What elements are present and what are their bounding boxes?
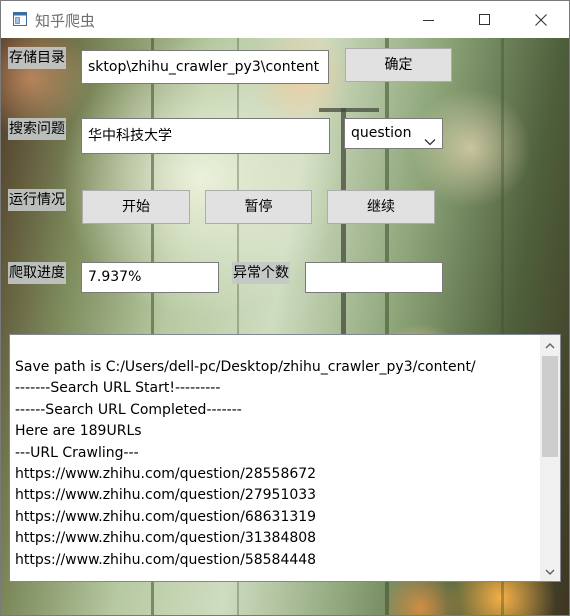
crawl-progress-label: 爬取进度 (8, 262, 66, 284)
background-decoration (319, 108, 379, 112)
window-title: 知乎爬虫 (35, 12, 96, 30)
log-line: https://www.zhihu.com/question/58584448 (15, 551, 317, 568)
scroll-up-arrow-icon (545, 337, 555, 353)
pause-button[interactable]: 暂停 (205, 190, 312, 224)
title-bar[interactable]: 知乎爬虫 (1, 1, 569, 38)
log-line: ---URL Crawling--- (15, 444, 139, 461)
chevron-down-icon (424, 128, 436, 157)
scroll-thumb[interactable] (542, 356, 558, 457)
progress-field[interactable]: 7.937% (81, 262, 219, 293)
log-line: https://www.zhihu.com/question/68631319 (15, 508, 317, 525)
log-line: https://www.zhihu.com/question/27951033 (15, 487, 317, 504)
log-line: https://www.zhihu.com/question/28558672 (15, 466, 317, 483)
close-button[interactable] (513, 1, 569, 38)
search-type-dropdown[interactable]: question (344, 118, 443, 149)
app-window-icon (13, 12, 27, 26)
error-count-field[interactable] (305, 262, 443, 293)
start-button[interactable]: 开始 (82, 190, 190, 224)
storage-path-input[interactable]: sktop\zhihu_crawler_py3\content (81, 50, 329, 84)
scroll-down-arrow-icon (545, 563, 555, 579)
log-scrollbar[interactable] (540, 335, 560, 581)
close-icon (535, 13, 547, 26)
log-line: Here are 189URLs (15, 423, 142, 440)
confirm-button[interactable]: 确定 (345, 48, 452, 82)
search-query-input[interactable]: 华中科技大学 (81, 118, 330, 154)
scroll-up-button[interactable] (540, 335, 560, 355)
run-status-label: 运行情况 (8, 189, 66, 211)
log-line: -------Search URL Start!--------- (15, 380, 221, 397)
app-window: 知乎爬虫 存储目录 sktop\zhihu_crawler_py3\conten… (0, 0, 570, 616)
log-output[interactable]: Save path is C:/Users/dell-pc/Desktop/zh… (9, 334, 561, 582)
log-lines: Save path is C:/Users/dell-pc/Desktop/zh… (15, 357, 535, 571)
minimize-button[interactable] (401, 1, 457, 38)
maximize-icon (479, 13, 491, 26)
search-question-label: 搜索问题 (8, 118, 66, 140)
error-count-label: 异常个数 (232, 262, 290, 284)
storage-dir-label: 存储目录 (8, 47, 66, 69)
minimize-icon (423, 14, 435, 26)
main-panel: 存储目录 sktop\zhihu_crawler_py3\content 确定 … (1, 38, 569, 615)
log-line: https://www.zhihu.com/question/31384808 (15, 530, 317, 547)
resume-button[interactable]: 继续 (327, 190, 435, 224)
scroll-down-button[interactable] (540, 561, 560, 581)
search-type-selected: question (351, 125, 412, 141)
maximize-button[interactable] (457, 1, 513, 38)
log-line: ------Search URL Completed------- (15, 401, 242, 418)
log-line: Save path is C:/Users/dell-pc/Desktop/zh… (15, 359, 476, 375)
